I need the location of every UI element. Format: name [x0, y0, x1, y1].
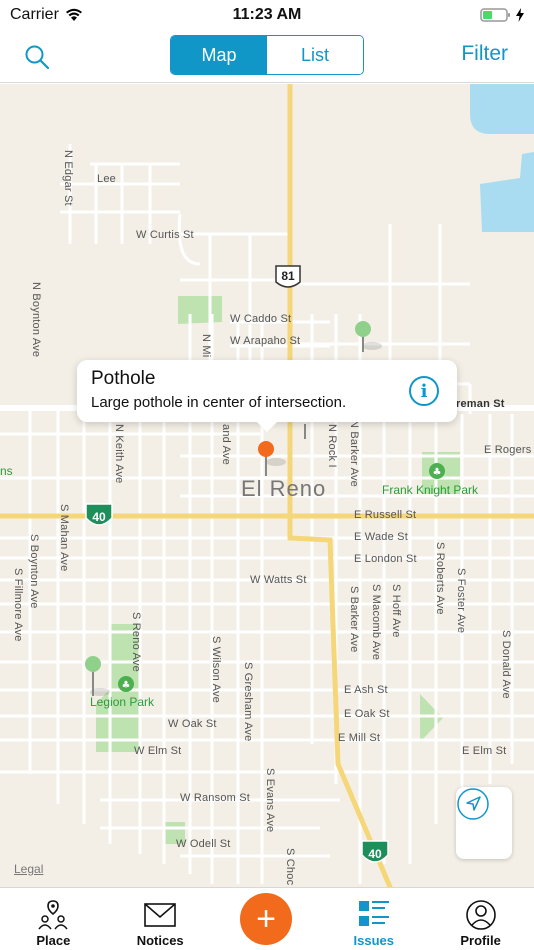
street-label: W Odell St	[176, 838, 231, 850]
location-arrow-icon	[457, 788, 489, 820]
segment-map[interactable]: Map	[171, 36, 267, 74]
tab-label: Profile	[460, 933, 501, 948]
tab-profile[interactable]: Profile	[431, 887, 531, 950]
street-label: N Mi	[200, 334, 212, 358]
svg-text:♣: ♣	[122, 680, 131, 691]
street-label: S Evans Ave	[264, 768, 276, 833]
street-label: S Boynton Ave	[28, 534, 40, 609]
street-label: S Roberts Ave	[434, 542, 446, 615]
street-label: W Oak St	[168, 718, 217, 730]
locate-button[interactable]	[456, 787, 512, 859]
add-issue-button[interactable]: +	[240, 893, 292, 945]
street-label: E London St	[354, 553, 417, 565]
segment-list[interactable]: List	[267, 36, 363, 74]
street-label: E Oak St	[344, 708, 390, 720]
status-right	[480, 7, 524, 23]
street-label: W Caddo St	[230, 313, 292, 325]
street-label: E Elm St	[462, 745, 507, 757]
legal-link[interactable]: Legal	[14, 862, 43, 876]
svg-text:81: 81	[281, 269, 295, 283]
info-icon[interactable]: i	[409, 376, 439, 406]
carrier-label: Carrier	[10, 6, 59, 23]
status-left: Carrier	[10, 6, 83, 24]
street-label: S Macomb Ave	[370, 584, 382, 661]
street-label: W Ransom St	[180, 792, 251, 804]
street-label: S Wilson Ave	[210, 636, 222, 704]
street-label: E Ash St	[344, 684, 388, 696]
street-label: E Wade St	[354, 531, 408, 543]
svg-text:40: 40	[92, 510, 106, 524]
issue-callout[interactable]: Pothole Large pothole in center of inter…	[77, 360, 457, 432]
street-label: W Curtis St	[136, 229, 194, 241]
park-area	[178, 296, 222, 324]
tab-label: Place	[36, 933, 71, 948]
svg-text:40: 40	[368, 847, 382, 861]
tab-label: Notices	[136, 933, 184, 948]
park-tree-icon: ♣	[429, 463, 445, 479]
street-label: E Russell St	[354, 509, 417, 521]
tab-notices[interactable]: Notices	[110, 887, 210, 950]
park-label: Frank Knight Park	[382, 483, 479, 497]
city-label: El Reno	[241, 476, 327, 501]
place-icon	[36, 897, 70, 933]
street-label: S Choc	[284, 848, 296, 886]
street-label: W Watts St	[250, 574, 307, 586]
battery-icon	[480, 8, 510, 22]
wifi-icon	[65, 8, 82, 21]
street-label: S Donald Ave	[500, 630, 512, 699]
view-toggle: Map List	[170, 35, 364, 75]
street-label: S Foster Ave	[455, 568, 467, 634]
park-tree-icon: ♣	[118, 676, 134, 692]
tab-place[interactable]: Place	[3, 887, 103, 950]
status-bar: Carrier 11:23 AM	[0, 0, 534, 30]
lake	[470, 84, 534, 134]
street-label: E Mill St	[338, 732, 381, 744]
street-label: S Gresham Ave	[242, 662, 254, 742]
street-label: S Reno Ave	[130, 612, 142, 672]
filter-button[interactable]: Filter	[461, 42, 508, 66]
street-label: E Rogers	[484, 444, 532, 456]
street-label: S Barker Ave	[348, 586, 360, 653]
callout-title: Pothole	[91, 368, 156, 389]
park-label-partial: ns	[0, 464, 13, 478]
search-button[interactable]	[20, 40, 54, 74]
street-label: N Keith Ave	[113, 424, 125, 484]
callout-subtitle: Large pothole in center of intersection.	[91, 394, 347, 411]
park-label: Legion Park	[90, 695, 155, 709]
list-icon	[358, 897, 390, 933]
street-label: Lee	[97, 173, 116, 185]
search-icon	[25, 45, 50, 70]
street-label: S Fillmore Ave	[12, 568, 24, 642]
interstate-shield-40: 40	[361, 840, 389, 863]
map-view[interactable]: 81 40 40 ♣ ♣ N Edgar St Lee W Curtis St …	[0, 84, 534, 887]
charging-icon	[516, 8, 524, 22]
highway-shield-81: 81	[275, 265, 301, 288]
tab-issues[interactable]: Issues	[324, 887, 424, 950]
street-label: N Rock I	[326, 424, 338, 468]
street-label: W Arapaho St	[230, 335, 301, 347]
profile-icon	[465, 897, 497, 933]
interstate-shield-40: 40	[85, 503, 113, 526]
svg-text:♣: ♣	[433, 467, 442, 478]
tab-label: Issues	[353, 933, 395, 948]
street-label: S Hoff Ave	[390, 584, 402, 638]
street-label: S Mahan Ave	[58, 504, 70, 572]
mail-icon	[144, 897, 176, 933]
street-label: N Barker Ave	[348, 420, 360, 488]
street-label: and Ave	[220, 424, 232, 465]
street-label: N Edgar St	[62, 150, 74, 206]
street-label: W Elm St	[134, 745, 182, 757]
street-label: reman St	[456, 398, 505, 410]
park-area	[420, 694, 443, 742]
nav-bar: Map List Filter	[0, 30, 534, 83]
lake	[480, 152, 534, 232]
street-label: N Boynton Ave	[30, 282, 42, 358]
